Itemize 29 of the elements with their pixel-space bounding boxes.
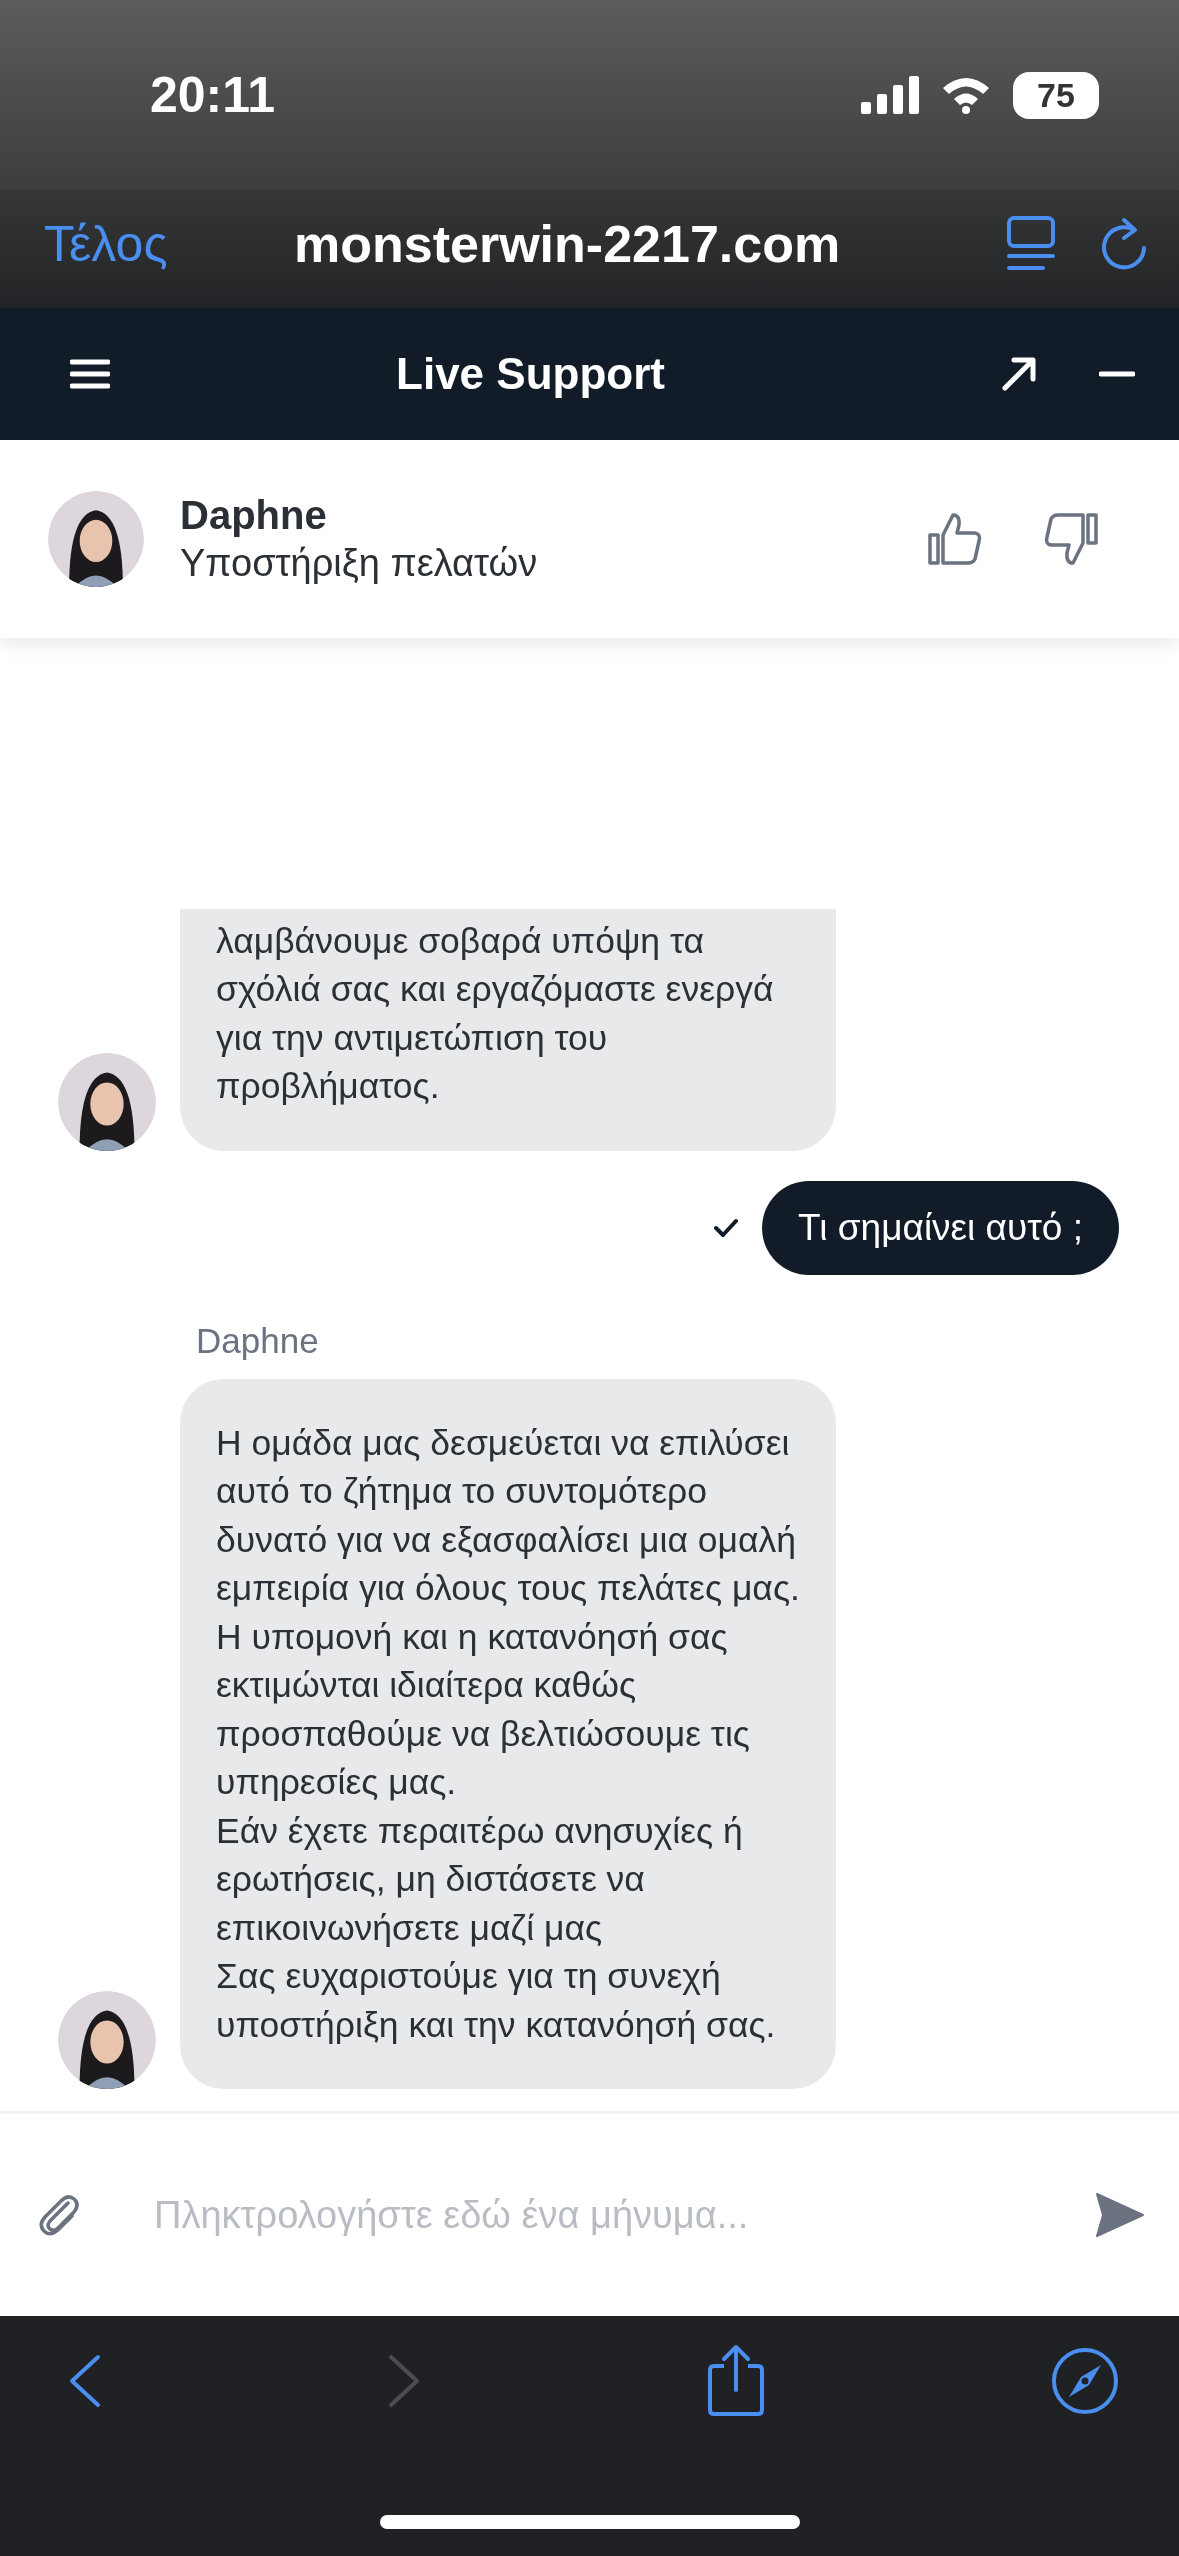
avatar-icon bbox=[48, 491, 144, 587]
avatar-icon bbox=[58, 1052, 156, 1151]
url-text[interactable]: monsterwin-2217.com bbox=[294, 214, 963, 274]
sender-name: Daphne bbox=[196, 1320, 320, 1361]
compass-icon[interactable] bbox=[1051, 2347, 1119, 2415]
avatar-icon bbox=[58, 1991, 156, 2089]
agent-name: Daphne bbox=[180, 493, 328, 538]
back-icon[interactable] bbox=[68, 2353, 102, 2409]
thumbs-up-icon[interactable] bbox=[927, 511, 983, 567]
send-icon[interactable] bbox=[1095, 2190, 1145, 2240]
minimize-icon[interactable] bbox=[1099, 371, 1135, 377]
share-icon[interactable] bbox=[706, 2344, 766, 2418]
wifi-icon bbox=[941, 76, 991, 114]
agent-role: Υποστήριξη πελατών bbox=[180, 542, 539, 585]
battery-level: 75 bbox=[1013, 71, 1099, 119]
signal-icon bbox=[861, 76, 919, 114]
chat-title: Live Support bbox=[395, 349, 666, 399]
clock-time: 20:11 bbox=[150, 66, 277, 124]
agent-message-bubble: Η ομάδα μας δεσμεύεται να επιλύσει αυτό το ζήτημα το συντομότερο δυνατό για να εξασφαλίσει μια ομαλή εμπειρία για όλους τους πελάτες μας. Η υπομονή και η κατανόησή σας εκτιμώνται ιδιαίτερα καθώς προσπαθούμε να βελτιώσουμε τις υπηρεσίες μας. Εάν έχετε περαιτέρω ανησυχίες ή ερωτήσεις, μη διστάσετε να επικοινωνήσετε μαζί μας Σας ευχαριστούμε για τη συνεχή υποστήριξη και την κατανόησή σας. bbox=[180, 1378, 836, 2089]
thumbs-down-icon[interactable] bbox=[1043, 511, 1099, 567]
user-message-bubble: Τι σημαίνει αυτό ; bbox=[762, 1180, 1119, 1275]
expand-icon[interactable] bbox=[1001, 356, 1037, 392]
reload-icon[interactable] bbox=[1099, 216, 1149, 272]
message-input-field[interactable]: Πληκτρολογήστε εδώ ένα μήνυμα... bbox=[152, 2192, 1065, 2238]
menu-icon[interactable] bbox=[70, 359, 110, 389]
done-button[interactable]: Τέλος bbox=[44, 215, 294, 273]
agent-message-bubble: λαμβάνουμε σοβαρά υπόψη τα σχόλιά σας και εργαζόμαστε ενεργά για την αντιμετώπιση του προβλήματος. bbox=[180, 908, 836, 1151]
attach-icon[interactable] bbox=[38, 2193, 80, 2237]
reader-icon[interactable] bbox=[1007, 216, 1055, 272]
